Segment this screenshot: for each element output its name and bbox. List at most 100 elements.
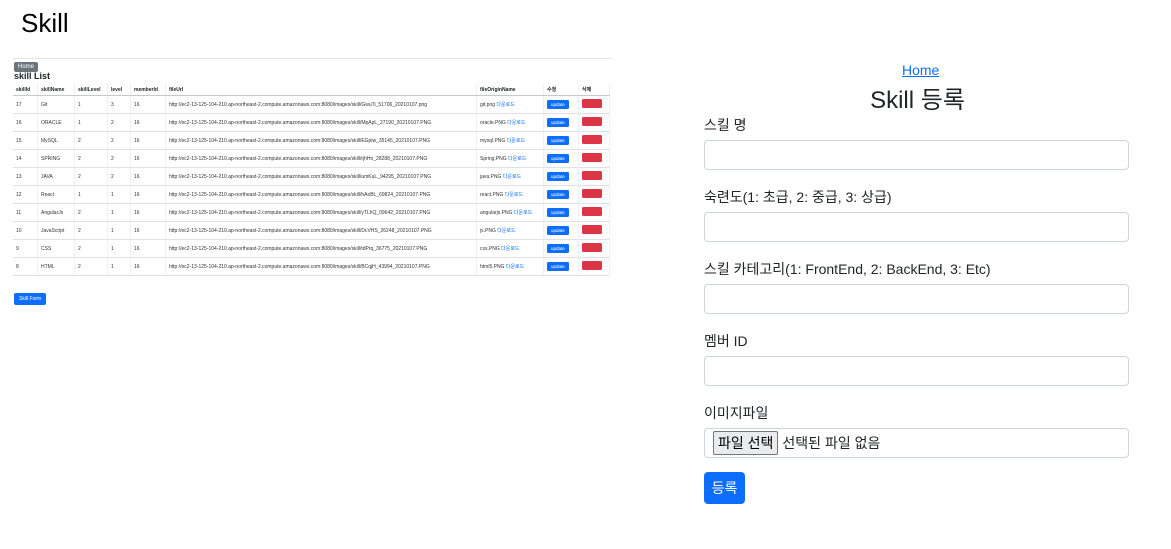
cell-fileurl: http://ec2-13-125-104-210.ap-northeast-2… <box>165 149 477 168</box>
cell-update: update <box>543 113 579 132</box>
cell-skillid: 11 <box>13 203 38 222</box>
cell-skilllevel: 2 <box>74 257 108 276</box>
cell-skillid: 14 <box>13 149 38 168</box>
update-button[interactable]: update <box>547 154 569 163</box>
file-origin-name: java.PNG <box>480 174 502 180</box>
cell-fileurl: http://ec2-13-125-104-210.ap-northeast-2… <box>165 185 477 204</box>
cell-update: update <box>543 149 579 168</box>
cell-fileoriginname: git.png 다운로드 <box>476 95 544 114</box>
page-title: Skill <box>21 8 69 38</box>
cell-fileoriginname: html5.PNG 다운로드 <box>476 257 544 276</box>
cell-skillid: 9 <box>13 239 38 258</box>
column-header: skillLevel <box>74 84 108 96</box>
delete-button[interactable] <box>582 171 602 180</box>
cell-fileoriginname: react.PNG 다운로드 <box>476 185 544 204</box>
delete-button[interactable] <box>582 117 602 126</box>
download-link[interactable]: 다운로드 <box>497 228 515 234</box>
cell-delete <box>578 221 610 240</box>
cell-update: update <box>543 185 579 204</box>
skill-name-input[interactable] <box>704 140 1129 170</box>
column-header: 삭제 <box>578 84 610 96</box>
update-button[interactable]: update <box>547 100 569 109</box>
file-none-text: 선택된 파일 없음 <box>782 435 881 451</box>
cell-fileurl: http://ec2-13-125-104-210.ap-northeast-2… <box>165 167 477 186</box>
table-row: 12 React 1 1 16 http://ec2-13-125-104-210.ap-… <box>13 185 610 204</box>
file-select-button[interactable]: 파일 선택 <box>713 431 779 455</box>
cell-skillid: 16 <box>13 113 38 132</box>
cell-memberid: 16 <box>130 185 166 204</box>
download-link[interactable]: 다운로드 <box>496 102 514 108</box>
cell-skilllevel: 1 <box>74 113 108 132</box>
cell-memberid: 16 <box>130 221 166 240</box>
delete-button[interactable] <box>582 261 602 270</box>
delete-button[interactable] <box>582 99 602 108</box>
delete-button[interactable] <box>582 243 602 252</box>
update-button[interactable]: update <box>547 208 569 217</box>
download-link[interactable]: 다운로드 <box>514 210 532 216</box>
delete-button[interactable] <box>582 153 602 162</box>
skill-category-input[interactable] <box>704 284 1129 314</box>
home-link[interactable]: Home <box>902 62 939 78</box>
column-header: skillId <box>13 84 38 96</box>
image-file-input[interactable]: 파일 선택 선택된 파일 없음 <box>704 428 1129 458</box>
delete-button[interactable] <box>582 189 602 198</box>
cell-skillname: HTML <box>37 257 75 276</box>
download-link[interactable]: 다운로드 <box>507 120 525 126</box>
cell-delete <box>578 203 610 222</box>
cell-level: 2 <box>107 167 131 186</box>
cell-skilllevel: 2 <box>74 149 108 168</box>
cell-skillname: Git <box>37 95 75 114</box>
cell-skillid: 10 <box>13 221 38 240</box>
cell-memberid: 16 <box>130 113 166 132</box>
cell-skillname: CSS <box>37 239 75 258</box>
update-button[interactable]: update <box>547 262 569 271</box>
skill-name-label: 스킬 명 <box>704 117 747 133</box>
update-button[interactable]: update <box>547 136 569 145</box>
download-link[interactable]: 다운로드 <box>503 174 521 180</box>
download-link[interactable]: 다운로드 <box>505 192 523 198</box>
file-origin-name: angularjs.PNG <box>480 210 513 216</box>
cell-fileurl: http://ec2-13-125-104-210.ap-northeast-2… <box>165 239 477 258</box>
cell-level: 2 <box>107 113 131 132</box>
table-row: 14 SPRING 2 2 16 http://ec2-13-125-104-210.ap… <box>13 149 610 168</box>
update-button[interactable]: update <box>547 244 569 253</box>
delete-button[interactable] <box>582 135 602 144</box>
cell-skillname: JAVA <box>37 167 75 186</box>
file-origin-name: react.PNG <box>480 192 504 198</box>
skill-form-button[interactable]: Skill Form <box>14 293 47 305</box>
update-button[interactable]: update <box>547 118 569 127</box>
cell-memberid: 16 <box>130 239 166 258</box>
delete-button[interactable] <box>582 225 602 234</box>
file-origin-name: css.PNG <box>480 246 500 252</box>
cell-delete <box>578 149 610 168</box>
column-header: skillName <box>37 84 75 96</box>
cell-memberid: 16 <box>130 149 166 168</box>
download-link[interactable]: 다운로드 <box>508 156 526 162</box>
skill-list-frame: Home skill List skillId skillName skillL… <box>13 58 612 319</box>
skill-level-input[interactable] <box>704 212 1129 242</box>
submit-button[interactable]: 등록 <box>704 472 745 504</box>
cell-fileoriginname: java.PNG 다운로드 <box>476 167 544 186</box>
cell-update: update <box>543 167 579 186</box>
member-id-input[interactable] <box>704 356 1129 386</box>
update-button[interactable]: update <box>547 172 569 181</box>
table-row: 16 ORACLE 1 2 16 http://ec2-13-125-104-210.ap… <box>13 113 610 132</box>
file-origin-name: git.png <box>480 102 496 108</box>
column-header: level <box>107 84 131 96</box>
cell-update: update <box>543 257 579 276</box>
download-link[interactable]: 다운로드 <box>501 246 519 252</box>
cell-skillname: JavaScript <box>37 221 75 240</box>
download-link[interactable]: 다운로드 <box>506 264 524 270</box>
cell-skillname: MySQL <box>37 131 75 150</box>
column-header: 수정 <box>543 84 579 96</box>
skill-category-label: 스킬 카테고리(1: FrontEnd, 2: BackEnd, 3: Etc) <box>704 261 991 277</box>
cell-skilllevel: 2 <box>74 167 108 186</box>
cell-update: update <box>543 239 579 258</box>
cell-skillid: 12 <box>13 185 38 204</box>
download-link[interactable]: 다운로드 <box>507 138 525 144</box>
update-button[interactable]: update <box>547 190 569 199</box>
cell-skilllevel: 1 <box>74 185 108 204</box>
cell-memberid: 16 <box>130 95 166 114</box>
delete-button[interactable] <box>582 207 602 216</box>
update-button[interactable]: update <box>547 226 569 235</box>
